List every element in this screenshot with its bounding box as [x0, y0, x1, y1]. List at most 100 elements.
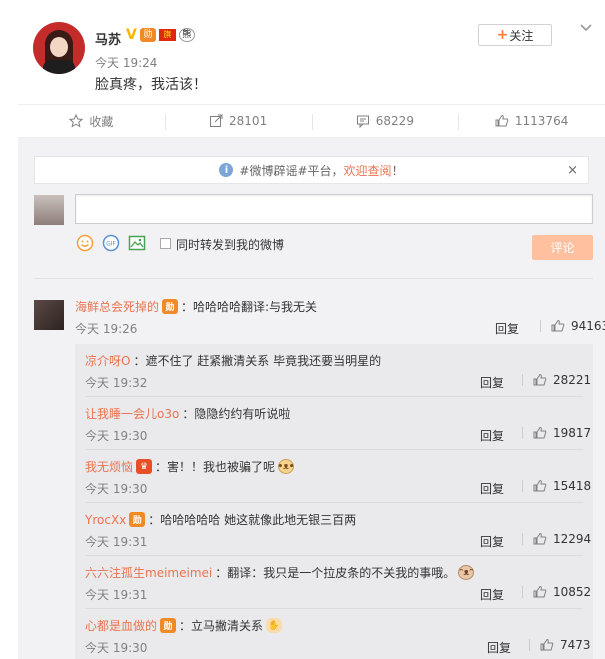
medal-icon[interactable]: 勋: [139, 28, 156, 42]
reply-button[interactable]: 回复: [480, 427, 504, 444]
verified-icon[interactable]: V: [126, 28, 137, 42]
reply-button[interactable]: 回复: [480, 480, 504, 497]
submit-comment-button[interactable]: 评论: [532, 235, 593, 260]
favorite-button[interactable]: 收藏: [18, 105, 165, 137]
reply-button[interactable]: 回复: [480, 586, 504, 603]
thumbs-up-icon: [533, 426, 547, 439]
repost-checkbox-label[interactable]: 同时转发到我的微博: [176, 236, 284, 253]
reply-author[interactable]: 我无烦恼: [85, 458, 133, 475]
thumbs-up-icon: [540, 638, 554, 651]
info-icon: i: [219, 163, 234, 177]
hand-wave-emoji-icon: ✋: [266, 618, 283, 633]
notice-suffix: ！: [391, 163, 404, 178]
reply-item: 凉介呀O ：遮不住了 赶紧撇清关系 毕竟我还要当明星的 今天 19:32 回复 2…: [75, 344, 593, 397]
reply-author[interactable]: 让我睡一会儿o3o: [85, 405, 179, 422]
medal-icon[interactable]: 勋: [162, 299, 179, 314]
dog-emoji-icon: •ᴥ•: [278, 459, 295, 474]
reply-author[interactable]: 凉介呀O: [85, 352, 130, 369]
rumor-notice: i #微博辟谣#平台，欢迎查阅！ ×: [34, 156, 589, 184]
reply-like-button[interactable]: 7473: [529, 638, 591, 652]
reply-time: 今天 19:31: [85, 535, 148, 549]
reply-like-count: 19817: [553, 426, 592, 440]
notice-link[interactable]: 欢迎查阅: [344, 164, 392, 178]
reply-like-button[interactable]: 19817: [522, 426, 591, 440]
comment-line: 海鲜总会死掉的 勋 ：哈哈哈哈翻译:与我无关: [75, 298, 317, 315]
repost-button[interactable]: 28101: [164, 105, 312, 137]
follow-button[interactable]: + 关注: [478, 24, 552, 46]
medal-icon[interactable]: 勋: [129, 512, 146, 527]
commenter-avatar[interactable]: [34, 300, 64, 330]
svg-text:GIF: GIF: [106, 241, 116, 248]
china-flag-icon[interactable]: 旗: [158, 29, 176, 41]
panda-icon[interactable]: 熊: [178, 28, 195, 42]
comment-like-count: 94163: [571, 319, 605, 333]
share-icon: [210, 114, 223, 127]
comment-text: ：哈哈哈哈翻译:与我无关: [181, 300, 318, 314]
comment-panel: i #微博辟谣#平台，欢迎查阅！ × GIF 同时转发到我的微博 评论 海鲜总会…: [18, 138, 605, 659]
replies-box: 凉介呀O ：遮不住了 赶紧撇清关系 毕竟我还要当明星的 今天 19:32 回复 2…: [75, 344, 593, 659]
reply-time: 今天 19:30: [85, 482, 148, 496]
comment-like-button[interactable]: 94163: [540, 319, 605, 333]
reply-like-button[interactable]: 10852: [522, 585, 591, 599]
comment-count: 68229: [375, 114, 414, 128]
medal-icon[interactable]: 勋: [160, 618, 177, 633]
comment-icon: [356, 115, 369, 128]
reply-text: ：翻译：我只是一个拉皮条的不关我的事哦。: [215, 566, 456, 580]
reply-like-count: 12294: [553, 532, 592, 546]
comment-time: 今天 19:26: [75, 322, 138, 336]
reply-button[interactable]: 回复: [480, 374, 504, 391]
thumbs-up-icon: [551, 319, 565, 332]
reply-time: 今天 19:31: [85, 588, 148, 602]
reply-text: ：害！！我也被骗了呢: [155, 460, 276, 474]
comment-input[interactable]: [75, 194, 593, 224]
reply-like-button[interactable]: 12294: [522, 532, 591, 546]
cat-emoji-icon: ᵔᴥᵔ: [458, 565, 475, 580]
reply-item: YrocXx 勋：哈哈哈哈哈 她这就像此地无银三百两 今天 19:31 回复 12…: [75, 503, 593, 556]
emoji-icon[interactable]: [76, 234, 94, 252]
like-button[interactable]: 1113764: [458, 105, 605, 137]
reply-time: 今天 19:30: [85, 429, 148, 443]
image-icon[interactable]: [128, 234, 146, 252]
reply-like-button[interactable]: 15418: [522, 479, 591, 493]
chevron-down-icon[interactable]: [579, 22, 593, 34]
reply-button[interactable]: 回复: [495, 320, 519, 337]
close-icon[interactable]: ×: [567, 163, 578, 178]
author-badges: V 勋 旗 熊: [126, 28, 195, 42]
badge-icon[interactable]: ♛: [136, 459, 153, 474]
reply-author[interactable]: YrocXx: [85, 513, 126, 527]
divider: [34, 278, 593, 279]
repost-count: 28101: [229, 114, 268, 128]
composer-tools: GIF: [76, 234, 146, 252]
follow-label: 关注: [509, 28, 534, 43]
weibo-post: 马苏 V 勋 旗 熊 今天 19:24 脸真疼，我活该！ + 关注: [0, 0, 605, 100]
reply-text: ：隐隐约约有听说啦: [182, 407, 291, 421]
author-name[interactable]: 马苏: [95, 29, 121, 48]
reply-author[interactable]: 六六注孤生meimeimei: [85, 564, 212, 581]
thumbs-up-icon: [495, 114, 509, 127]
thumbs-up-icon: [533, 532, 547, 545]
reply-text: ：遮不住了 赶紧撇清关系 毕竟我还要当明星的: [133, 354, 382, 368]
comment-button[interactable]: 68229: [311, 105, 459, 137]
repost-checkbox[interactable]: [160, 238, 171, 249]
reply-time: 今天 19:32: [85, 376, 148, 390]
reply-like-count: 28221: [553, 373, 592, 387]
thumbs-up-icon: [533, 479, 547, 492]
reply-like-count: 7473: [560, 638, 591, 652]
reply-button[interactable]: 回复: [487, 639, 511, 656]
favorite-label: 收藏: [89, 114, 114, 129]
notice-prefix: #微博辟谣#平台，: [239, 163, 344, 178]
post-time[interactable]: 今天 19:24: [95, 54, 157, 71]
reply-time: 今天 19:30: [85, 641, 148, 655]
reply-button[interactable]: 回复: [480, 533, 504, 550]
post-action-bar: 收藏 28101 68229 1113764: [18, 104, 605, 138]
commenter-name[interactable]: 海鲜总会死掉的: [75, 298, 159, 315]
reply-author[interactable]: 心都是血做的: [85, 617, 157, 634]
thumbs-up-icon: [533, 373, 547, 386]
author-avatar[interactable]: [33, 22, 85, 74]
reply-like-button[interactable]: 28221: [522, 373, 591, 387]
gif-icon[interactable]: GIF: [102, 234, 120, 252]
reply-item: 心都是血做的勋：立马撇清关系 ✋ 今天 19:30 回复 7473: [75, 609, 593, 659]
star-icon: [69, 114, 84, 128]
my-avatar[interactable]: [34, 195, 64, 225]
thumbs-up-icon: [533, 585, 547, 598]
